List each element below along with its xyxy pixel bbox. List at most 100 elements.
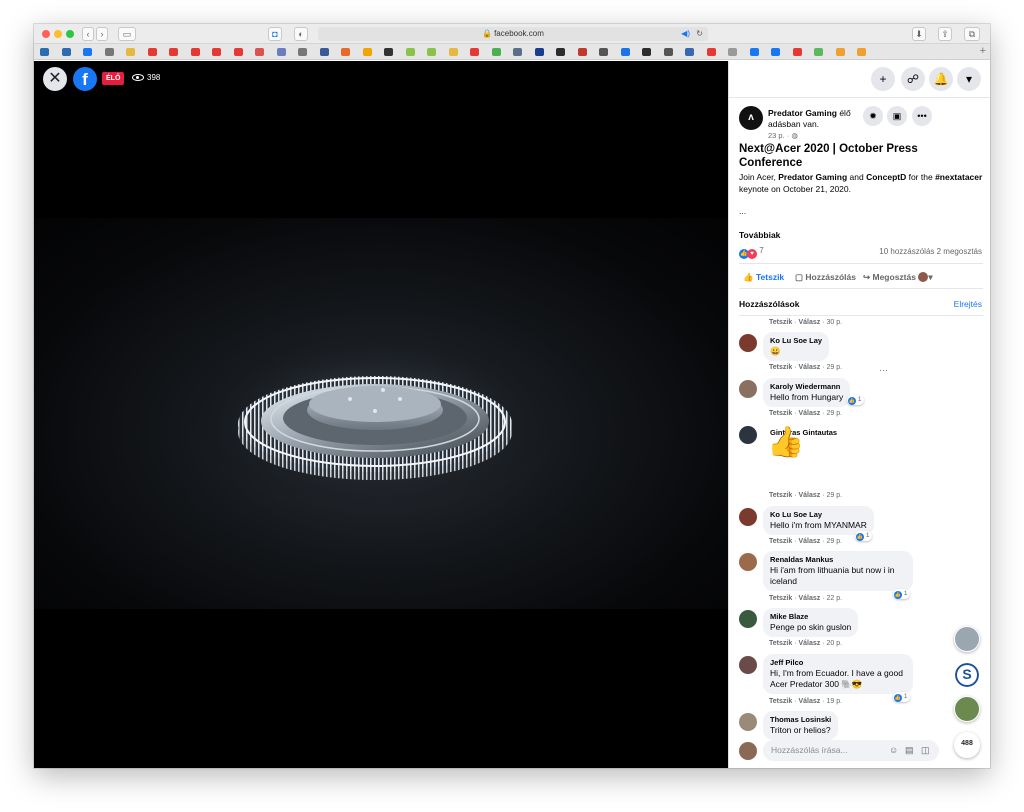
like-button[interactable]: 👍 Tetszik	[743, 272, 784, 283]
commenter-name[interactable]: Ko Lu Soe Lay	[770, 336, 822, 346]
bookmark-favicon[interactable]	[126, 48, 135, 56]
zoom-window-button[interactable]	[66, 30, 74, 38]
comment-share-counts[interactable]: 10 hozzászólás 2 megosztás	[879, 247, 982, 256]
bookmark-favicon[interactable]	[470, 48, 479, 56]
bookmark-favicon[interactable]	[405, 48, 415, 56]
bookmark-favicon[interactable]	[83, 48, 92, 56]
tabs-overview-icon[interactable]: ⧉	[964, 27, 980, 41]
comment-reply-link[interactable]: Válasz	[798, 698, 820, 705]
privacy-report-icon[interactable]: ◐	[294, 27, 308, 41]
messenger-button[interactable]: ☍	[901, 67, 925, 91]
commenter-avatar[interactable]	[739, 656, 757, 674]
comment-time[interactable]: 19 p.	[826, 698, 842, 705]
commenter-name[interactable]: Mike Blaze	[770, 612, 851, 622]
share-button[interactable]: ↪ Megosztás ▾	[863, 272, 933, 283]
comment-like-link[interactable]: Tetszik	[769, 364, 792, 371]
close-video-button[interactable]: ✕	[43, 67, 67, 91]
see-more-link[interactable]: Továbbiak	[739, 230, 780, 240]
settings-button[interactable]: ✹	[863, 106, 883, 126]
bookmark-favicon[interactable]	[685, 48, 694, 56]
bookmark-favicon[interactable]	[835, 48, 845, 56]
commenter-name[interactable]: Jeff Pilco	[770, 658, 906, 668]
comment-reply-link[interactable]: Válasz	[798, 492, 820, 499]
facebook-logo-icon[interactable]: f	[73, 67, 97, 91]
bookmark-favicon[interactable]	[620, 48, 630, 56]
commenter-avatar[interactable]	[739, 508, 757, 526]
commenter-name[interactable]: Thomas Losinski	[770, 715, 831, 725]
commenter-avatar[interactable]	[739, 610, 757, 628]
contact-avatar[interactable]	[954, 696, 980, 722]
bookmark-favicon[interactable]	[706, 48, 716, 56]
comment-time[interactable]: 29 p.	[826, 538, 842, 545]
bookmark-favicon[interactable]	[599, 48, 608, 56]
predator-gaming-link[interactable]: Predator Gaming	[778, 172, 847, 182]
save-button[interactable]: ▣	[887, 106, 907, 126]
bookmark-favicon[interactable]	[663, 48, 673, 56]
bookmark-favicon[interactable]	[491, 48, 501, 56]
comment-like-link[interactable]: Tetszik	[769, 319, 792, 326]
contact-avatar[interactable]	[954, 626, 980, 652]
comment-like-link[interactable]: Tetszik	[769, 595, 792, 602]
comment-button[interactable]: ▢ Hozzászólás	[795, 272, 856, 283]
forward-button[interactable]: ›	[96, 27, 108, 41]
share-icon[interactable]: ⇪	[938, 27, 952, 41]
comment-time[interactable]: 22 p.	[826, 595, 842, 602]
bookmark-favicon[interactable]	[513, 48, 522, 56]
bookmark-favicon[interactable]	[384, 48, 393, 56]
comment-more-icon[interactable]: ···	[879, 365, 888, 375]
address-bar[interactable]: 🔒 facebook.com ◀) ↻	[318, 27, 708, 41]
reload-icon[interactable]: ↻	[696, 27, 703, 41]
comment-like-link[interactable]: Tetszik	[769, 640, 792, 647]
comment-like-link[interactable]: Tetszik	[769, 410, 792, 417]
comment-like-link[interactable]: Tetszik	[769, 492, 792, 499]
page-avatar[interactable]: ᴧ	[739, 106, 763, 130]
bookmark-favicon[interactable]	[233, 48, 243, 56]
audio-icon[interactable]: ◀)	[681, 27, 690, 41]
account-menu-button[interactable]: ▾	[957, 67, 981, 91]
bookmark-favicon[interactable]	[534, 48, 544, 56]
commenter-avatar[interactable]	[739, 426, 757, 444]
commenter-avatar[interactable]	[739, 380, 757, 398]
page-name-link[interactable]: Predator Gaming	[768, 108, 837, 118]
bookmark-favicon[interactable]	[749, 48, 759, 56]
comment-time[interactable]: 29 p.	[826, 410, 842, 417]
bookmark-favicon[interactable]	[298, 48, 307, 56]
comment-reaction-count[interactable]: 👍 1	[893, 692, 911, 702]
back-button[interactable]: ‹	[82, 27, 94, 41]
commenter-avatar[interactable]	[739, 334, 757, 352]
comment-reaction-count[interactable]: 👍 1	[855, 531, 873, 541]
bookmark-favicon[interactable]	[319, 48, 329, 56]
close-window-button[interactable]	[42, 30, 50, 38]
hashtag-link[interactable]: #nextatacer	[935, 172, 982, 182]
commenter-avatar[interactable]	[739, 713, 757, 731]
extension-icon[interactable]: ◘	[268, 27, 282, 41]
bookmark-favicon[interactable]	[642, 48, 651, 56]
gif-icon[interactable]: ▤	[905, 745, 914, 756]
reaction-summary[interactable]: 👍 ♥ 7	[739, 246, 764, 259]
conceptd-link[interactable]: ConceptD	[866, 172, 906, 182]
commenter-avatar[interactable]	[739, 553, 757, 571]
bookmark-favicon[interactable]	[276, 48, 286, 56]
hide-comments-link[interactable]: Elrejtés	[954, 299, 982, 309]
bookmark-favicon[interactable]	[857, 48, 866, 56]
notifications-button[interactable]: 🔔	[929, 67, 953, 91]
comment-like-link[interactable]: Tetszik	[769, 698, 792, 705]
new-tab-plus-icon[interactable]: +	[980, 45, 986, 57]
bookmark-favicon[interactable]	[190, 48, 200, 56]
create-button[interactable]: +	[871, 67, 895, 91]
comment-reaction-count[interactable]: 👍 1	[847, 395, 865, 405]
video-player[interactable]: ✕ f ÉLŐ 398	[34, 61, 728, 768]
bookmark-favicon[interactable]	[341, 48, 350, 56]
new-message-button[interactable]: 488	[954, 732, 980, 758]
bookmark-favicon[interactable]	[728, 48, 737, 56]
commenter-name[interactable]: Ko Lu Soe Lay	[770, 510, 867, 520]
post-time[interactable]: 23 p. ·	[768, 131, 791, 140]
comment-reply-link[interactable]: Válasz	[798, 410, 820, 417]
bookmark-favicon[interactable]	[169, 48, 178, 56]
comment-reply-link[interactable]: Válasz	[798, 364, 820, 371]
bookmark-favicon[interactable]	[255, 48, 264, 56]
bookmark-favicon[interactable]	[61, 48, 71, 56]
comment-reply-link[interactable]: Válasz	[798, 319, 820, 326]
bookmark-favicon[interactable]	[556, 48, 565, 56]
comment-time[interactable]: 29 p.	[826, 492, 842, 499]
